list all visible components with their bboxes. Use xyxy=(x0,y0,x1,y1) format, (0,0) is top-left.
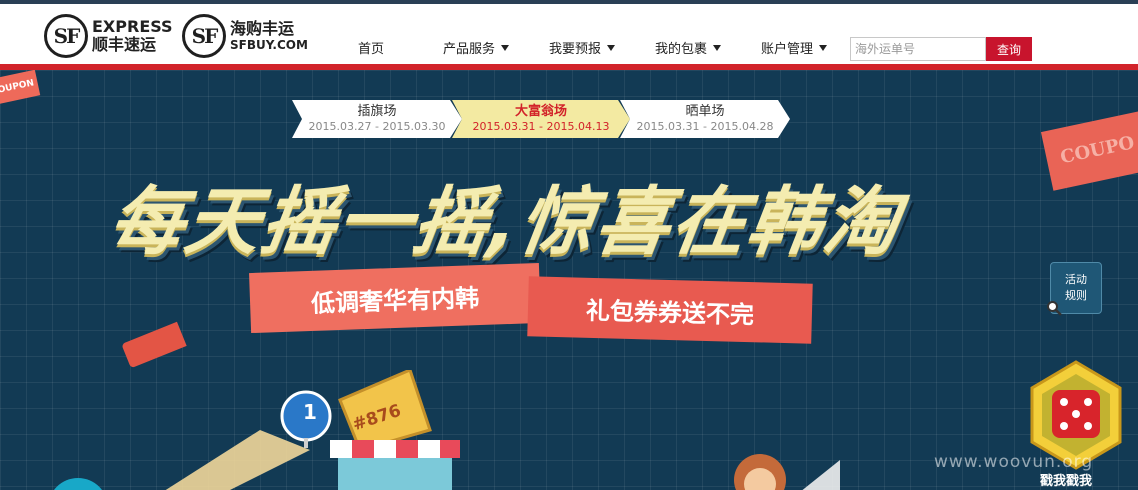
tab-dates: 2015.03.31 - 2015.04.13 xyxy=(472,120,610,133)
magnifier-icon xyxy=(1047,301,1062,316)
tab-name: 晒单场 xyxy=(685,104,725,119)
ribbon-right: 礼包券券送不完 xyxy=(527,276,813,344)
nav-item-home[interactable]: 首页 xyxy=(358,38,384,57)
ribbon-left: 低调奢华有内韩 xyxy=(249,262,541,334)
tab-dates: 2015.03.27 - 2015.03.30 xyxy=(308,120,446,133)
tab-showoff-stage[interactable]: 晒单场 2015.03.31 - 2015.04.28 xyxy=(620,100,790,138)
banner-headline: 每天摇一摇,惊喜在韩淘 xyxy=(103,179,906,265)
nav-item-forecast[interactable]: 我要预报 xyxy=(549,38,616,57)
caret-down-icon xyxy=(713,44,722,51)
tab-name: 大富翁场 xyxy=(514,104,567,119)
nav-item-label: 账户管理 xyxy=(761,42,814,57)
sf-express-logo[interactable]: SF EXPRESS 顺丰速运 xyxy=(44,12,173,60)
search-button[interactable]: 查询 xyxy=(986,37,1032,61)
sf-logo-mark-icon: SF xyxy=(44,14,88,58)
sfbuy-logo-text: 海购丰运 SFBUY.COM xyxy=(230,19,308,52)
sfbuy-logo[interactable]: SF 海购丰运 SFBUY.COM xyxy=(182,12,308,60)
tab-dates: 2015.03.31 - 2015.04.28 xyxy=(636,120,774,133)
sf-logo-line1: EXPRESS xyxy=(92,17,173,36)
caret-down-icon xyxy=(607,44,616,51)
coupon-decoration-left: OUPON xyxy=(0,70,41,105)
nav-item-label: 我的包裹 xyxy=(655,42,708,57)
coupon-decoration-mid xyxy=(121,321,187,369)
caret-down-icon xyxy=(819,44,828,51)
dice-label[interactable]: 戳我戳我 xyxy=(1040,470,1092,489)
tracking-number-input[interactable] xyxy=(850,37,986,61)
promo-banner: OUPON COUPO 插旗场 2015.03.27 - 2015.03.30 … xyxy=(0,70,1138,490)
caret-down-icon xyxy=(501,44,510,51)
nav-item-account[interactable]: 账户管理 xyxy=(761,38,828,57)
sign-number: 1 xyxy=(303,400,317,424)
nav-item-label: 我要预报 xyxy=(549,42,602,57)
rules-label-line1: 活动 xyxy=(1065,273,1087,286)
tab-monopoly-stage[interactable]: 大富翁场 2015.03.31 - 2015.04.13 xyxy=(452,100,630,138)
coupon-decoration-right: COUPO xyxy=(1040,109,1138,191)
site-header: SF EXPRESS 顺丰速运 SF 海购丰运 SFBUY.COM 首页 产品服… xyxy=(0,0,1138,70)
watermark-text: www.woovun.org xyxy=(934,452,1094,472)
nav-item-packages[interactable]: 我的包裹 xyxy=(655,38,722,57)
header-top-border xyxy=(0,0,1138,4)
sf-logo-line2: 顺丰速运 xyxy=(92,35,157,54)
sf-logo-text: EXPRESS 顺丰速运 xyxy=(92,19,173,53)
nav-item-label: 产品服务 xyxy=(443,42,496,57)
lottery-store-icon xyxy=(330,370,460,490)
sfbuy-logo-line1: 海购丰运 xyxy=(230,19,295,38)
sfbuy-logo-mark-icon: SF xyxy=(182,14,226,58)
nav-item-products[interactable]: 产品服务 xyxy=(443,38,510,57)
tab-name: 插旗场 xyxy=(357,104,397,119)
tab-flag-stage[interactable]: 插旗场 2015.03.27 - 2015.03.30 xyxy=(292,100,462,138)
sfbuy-logo-line2: SFBUY.COM xyxy=(230,38,308,52)
cyan-decoration xyxy=(48,478,108,490)
monkey-character-icon xyxy=(734,454,840,490)
nav-item-label: 首页 xyxy=(358,42,385,57)
